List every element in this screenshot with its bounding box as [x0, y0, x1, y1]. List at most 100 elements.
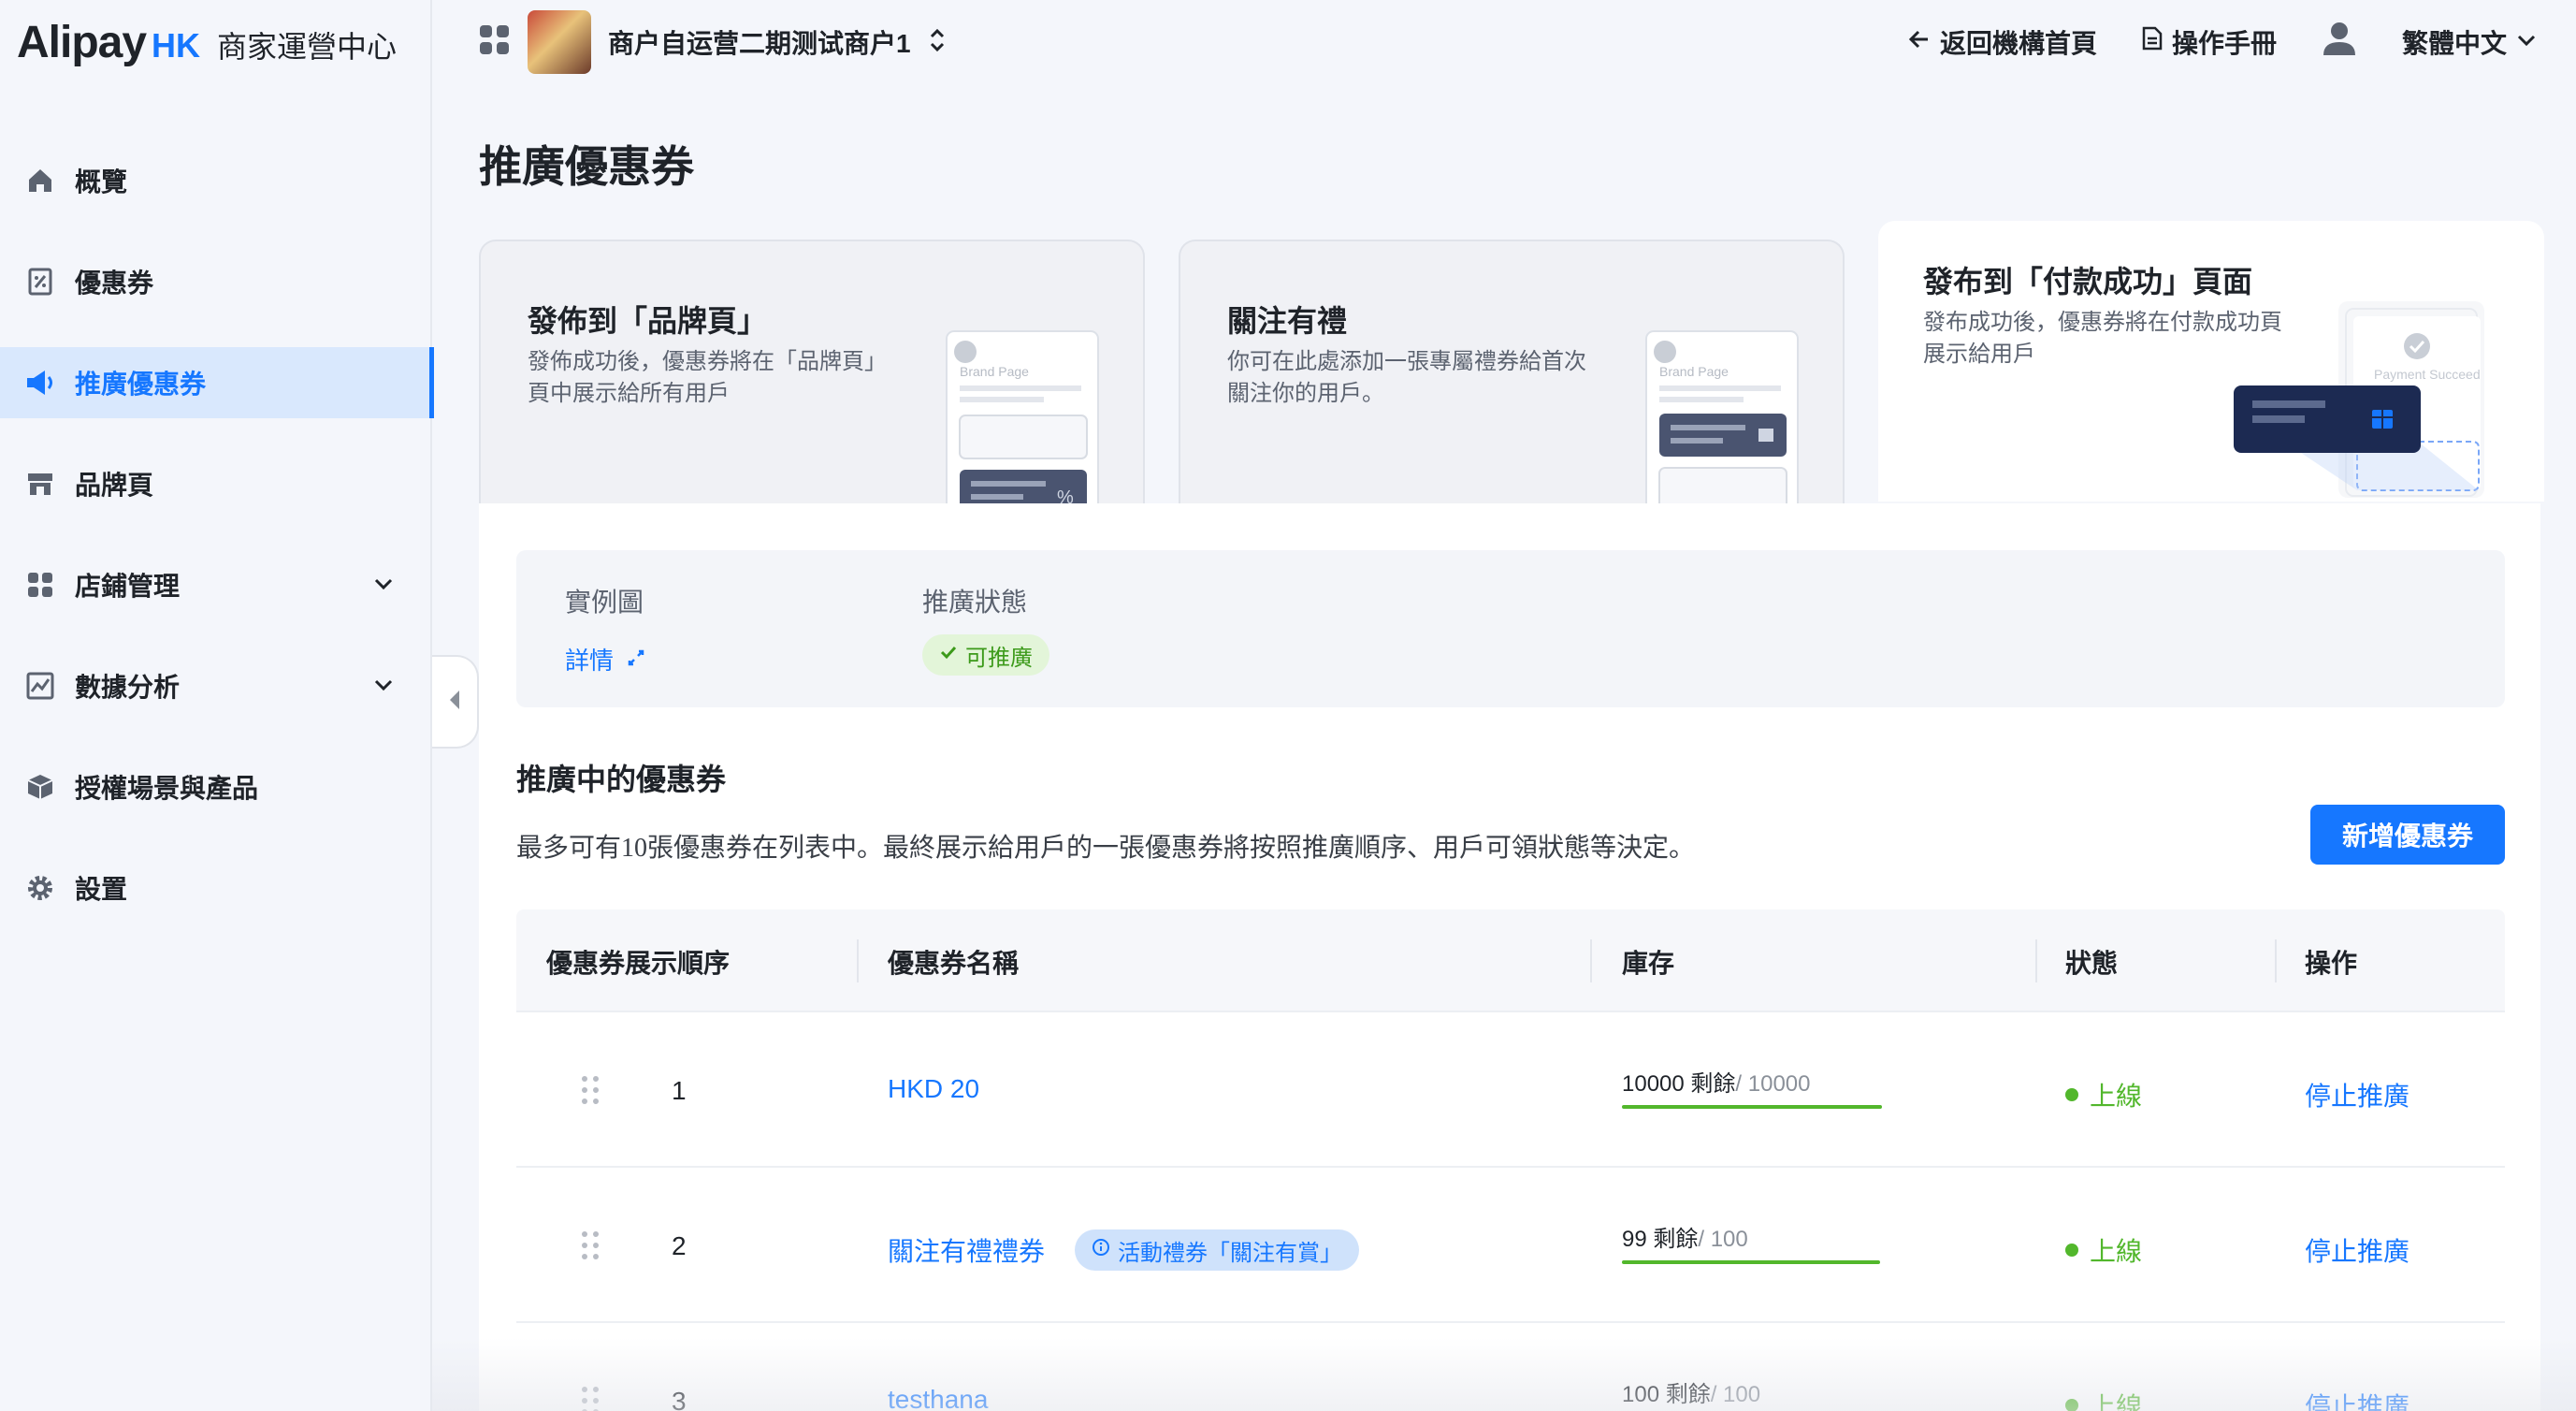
preview-label: Brand Page [960, 364, 1029, 379]
manual-link-label: 操作手冊 [2171, 28, 2277, 58]
coupon-name-link[interactable]: testhana [888, 1385, 988, 1411]
sidebar-item-promote-coupons[interactable]: 推廣優惠券 [0, 347, 434, 418]
details-link-label: 詳情 [565, 647, 615, 675]
top-actions: 返回機構首頁 操作手冊 繁體中文 [1908, 21, 2537, 63]
preview-label: Payment Succeed [2374, 367, 2481, 382]
column-divider [2275, 939, 2277, 982]
coupon-order: 3 [672, 1387, 687, 1411]
status-cell: 上線 [2065, 1076, 2142, 1113]
sidebar-item-label: 推廣優惠券 [75, 370, 207, 399]
channel-card-payment-success[interactable]: 發布到「付款成功」頁面 發布成功後，優惠券將在付款成功頁展示給用戶 Paymen… [1878, 221, 2544, 502]
column-header-order: 優惠券展示順序 [546, 949, 731, 978]
promotable-badge-label: 可推廣 [965, 645, 1033, 671]
grid-icon [24, 569, 56, 601]
language-selector[interactable]: 繁體中文 [2402, 23, 2537, 61]
card-title: 關注有禮 [1227, 304, 1348, 338]
expand-icon [627, 645, 645, 674]
coupon-order: 1 [672, 1076, 687, 1105]
add-coupon-button[interactable]: 新增優惠券 [2310, 805, 2505, 865]
payment-success-preview-illustration: Payment Succeed [2234, 301, 2484, 498]
sidebar-item-label: 概覽 [75, 167, 128, 196]
example-image-label: 實例圖 [565, 588, 644, 617]
status-dot-icon [2065, 1244, 2078, 1257]
card-description: 你可在此處添加一張專屬禮券給首次關注你的用戶。 [1227, 349, 1586, 406]
channel-card-brand-page[interactable]: 發佈到「品牌頁」 發佈成功後，優惠券將在「品牌頁」頁中展示給所有用戶 Brand… [479, 240, 1145, 522]
column-divider [857, 939, 859, 982]
back-link-label: 返回機構首頁 [1939, 28, 2097, 58]
brand-logo[interactable]: Alipay HK 商家運營中心 [17, 17, 397, 69]
chevron-down-icon [2516, 27, 2537, 57]
merchant-switcher[interactable]: 商户自运营二期测试商户1 [479, 9, 947, 75]
language-label: 繁體中文 [2401, 28, 2507, 58]
sidebar-collapse-button[interactable] [432, 655, 479, 749]
stock-total: / 10000 [1735, 1071, 1811, 1097]
status-cell: 上線 [2065, 1387, 2142, 1411]
stock-cell: 99 剩餘/ 100 [1622, 1220, 1884, 1264]
status-label: 上線 [2090, 1237, 2143, 1266]
coupon-name-cell: testhana [888, 1385, 988, 1411]
sidebar-item-label: 店鋪管理 [75, 572, 181, 601]
user-icon [2322, 21, 2357, 63]
channel-card-follow-gift[interactable]: 關注有禮 你可在此處添加一張專屬禮券給首次關注你的用戶。 Brand Page [1179, 240, 1845, 522]
stop-promotion-link[interactable]: 停止推廣 [2305, 1076, 2410, 1113]
coupon-order: 2 [672, 1231, 687, 1260]
info-icon [1092, 1237, 1110, 1263]
column-divider [1590, 939, 1592, 982]
sidebar-item-authorized-scenes[interactable]: 授權場景與產品 [0, 751, 432, 822]
home-icon [24, 165, 56, 196]
drag-handle-icon[interactable] [582, 1231, 601, 1261]
table-row: 1 HKD 20 10000 剩餘/ 10000 上線 停止推廣 [516, 1012, 2505, 1168]
promotion-info-box: 實例圖 推廣狀態 詳情 可推廣 [516, 550, 2505, 707]
center-name: 商家運營中心 [217, 30, 398, 64]
merchant-avatar [528, 10, 591, 74]
stop-promotion-link[interactable]: 停止推廣 [2305, 1387, 2410, 1411]
logo-alipay: Alipay [17, 18, 147, 67]
table-row: 2 關注有禮禮券 活動禮券「關注有賞」 99 剩餘/ 100 上線 停止推廣 [516, 1168, 2505, 1323]
sidebar-item-store-management[interactable]: 店鋪管理 [0, 549, 432, 620]
stock-progress-bar [1622, 1260, 1880, 1264]
manual-link[interactable]: 操作手冊 [2142, 23, 2277, 61]
sidebar-item-data-analysis[interactable]: 數據分析 [0, 650, 432, 721]
sort-toggle-icon [928, 27, 947, 58]
promotion-status-label: 推廣狀態 [922, 588, 1028, 617]
coupon-icon [24, 266, 56, 298]
coupon-name-link[interactable]: 關注有禮禮券 [888, 1231, 1045, 1269]
drag-handle-icon[interactable] [582, 1387, 601, 1411]
logo-hk: HK [152, 26, 201, 65]
details-link[interactable]: 詳情 [565, 642, 645, 676]
promotable-badge: 可推廣 [922, 634, 1049, 676]
follow-gift-preview-illustration: Brand Page [1645, 330, 1799, 522]
stock-remaining: 99 剩餘 [1622, 1227, 1699, 1252]
sidebar-item-overview[interactable]: 概覽 [0, 145, 432, 216]
coupon-name-link[interactable]: HKD 20 [888, 1074, 979, 1104]
stop-promotion-link[interactable]: 停止推廣 [2305, 1231, 2410, 1269]
drag-handle-icon[interactable] [582, 1076, 601, 1106]
gear-icon [24, 872, 56, 904]
user-avatar-button[interactable] [2322, 21, 2357, 63]
promoted-coupons-table: 優惠券展示順序 優惠券名稱 庫存 狀態 操作 1 HKD 20 10000 剩餘… [516, 909, 2505, 1411]
column-divider [2035, 939, 2037, 982]
chart-icon [24, 670, 56, 702]
app-grid-icon[interactable] [479, 24, 511, 61]
sidebar-nav: 概覽 優惠券 推廣優惠券 品牌頁 店鋪管理 數據分析 授權場景與產品 設置 [0, 145, 434, 953]
sidebar-item-settings[interactable]: 設置 [0, 852, 432, 924]
coupon-name-cell: HKD 20 [888, 1074, 979, 1104]
stock-cell: 10000 剩餘/ 10000 [1622, 1065, 1884, 1109]
document-icon [2142, 26, 2163, 57]
status-label: 上線 [2090, 1392, 2143, 1411]
column-header-name: 優惠券名稱 [888, 949, 1020, 978]
sidebar-item-coupons[interactable]: 優惠券 [0, 246, 432, 317]
sidebar-item-label: 品牌頁 [75, 471, 154, 500]
back-to-institution-link[interactable]: 返回機構首頁 [1908, 23, 2097, 61]
status-label: 上線 [2090, 1082, 2143, 1111]
column-header-status: 狀態 [2065, 949, 2119, 978]
sidebar-item-brand-page[interactable]: 品牌頁 [0, 448, 432, 519]
section-description: 最多可有10張優惠券在列表中。最終展示給用戶的一張優惠券將按照推廣順序、用戶可領… [516, 834, 1696, 863]
status-cell: 上線 [2065, 1231, 2142, 1269]
arrow-left-icon [1908, 27, 1931, 57]
stock-total: / 100 [1710, 1382, 1761, 1407]
check-icon [939, 642, 958, 668]
stock-remaining: 10000 剩餘 [1622, 1071, 1736, 1097]
sidebar-item-label: 優惠券 [75, 269, 154, 298]
stock-total: / 100 [1698, 1227, 1748, 1252]
